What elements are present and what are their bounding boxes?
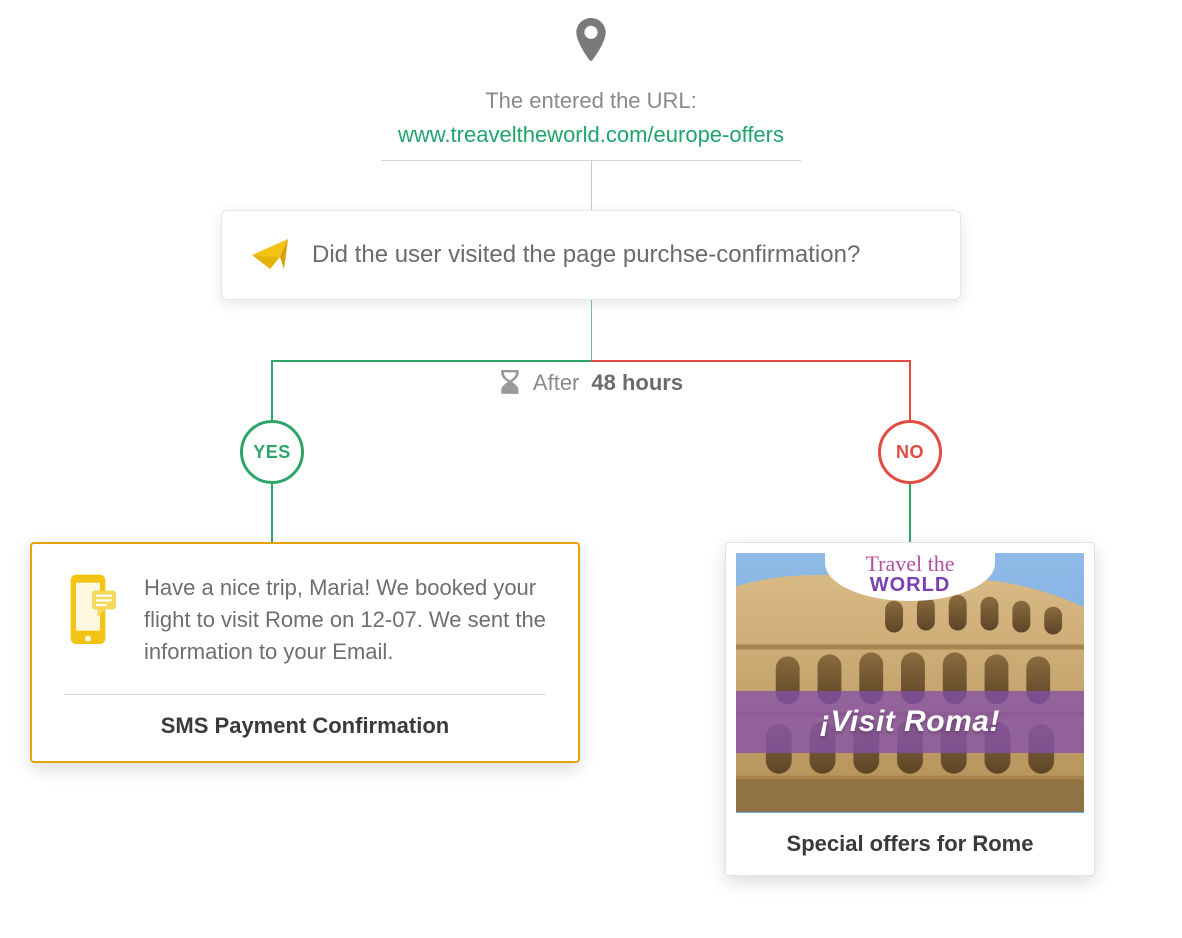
- branch-yes-line: [271, 360, 591, 362]
- promo-banner: ¡Visit Roma!: [736, 691, 1084, 753]
- sms-card-title: SMS Payment Confirmation: [64, 713, 546, 739]
- divider: [64, 694, 546, 695]
- delay-label: After 48 hours: [499, 370, 683, 396]
- entered-url-value: www.treaveltheworld.com/europe-offers: [398, 122, 784, 148]
- brand-line-1: Travel the: [833, 553, 987, 575]
- hourglass-icon: [499, 370, 521, 396]
- branch-split: [271, 360, 911, 362]
- connector: [591, 300, 592, 360]
- no-label: NO: [896, 442, 924, 463]
- location-pin-icon: [573, 18, 609, 67]
- branch-no-line: [591, 360, 911, 362]
- condition-text: Did the user visited the page purchse-co…: [312, 241, 860, 269]
- email-promo-card: Travel the WORLD ¡Visit Roma! Special of…: [725, 542, 1095, 876]
- promo-banner-text: ¡Visit Roma!: [820, 705, 1000, 739]
- promo-card-caption: Special offers for Rome: [736, 831, 1084, 857]
- connector: [909, 484, 911, 542]
- condition-node: Did the user visited the page purchse-co…: [221, 210, 961, 300]
- brand-line-2: WORLD: [833, 575, 987, 595]
- connector: [271, 484, 273, 542]
- promo-hero-image: Travel the WORLD ¡Visit Roma!: [736, 553, 1084, 813]
- branch-yes-badge: YES: [240, 420, 304, 484]
- delay-prefix: After: [533, 370, 579, 396]
- paper-plane-icon: [250, 235, 290, 275]
- connector: [909, 362, 911, 422]
- flow-diagram: The entered the URL: www.treaveltheworld…: [0, 0, 1182, 938]
- brand-badge: Travel the WORLD: [825, 553, 995, 601]
- yes-label: YES: [253, 442, 291, 463]
- connector: [271, 362, 273, 422]
- sms-confirmation-card: Have a nice trip, Maria! We booked your …: [30, 542, 580, 763]
- sms-message-text: Have a nice trip, Maria! We booked your …: [144, 572, 546, 668]
- branch-no-badge: NO: [878, 420, 942, 484]
- delay-value: 48 hours: [591, 370, 683, 396]
- connector: [591, 160, 592, 210]
- sms-phone-icon: [64, 572, 120, 668]
- entered-url-label: The entered the URL:: [485, 88, 697, 114]
